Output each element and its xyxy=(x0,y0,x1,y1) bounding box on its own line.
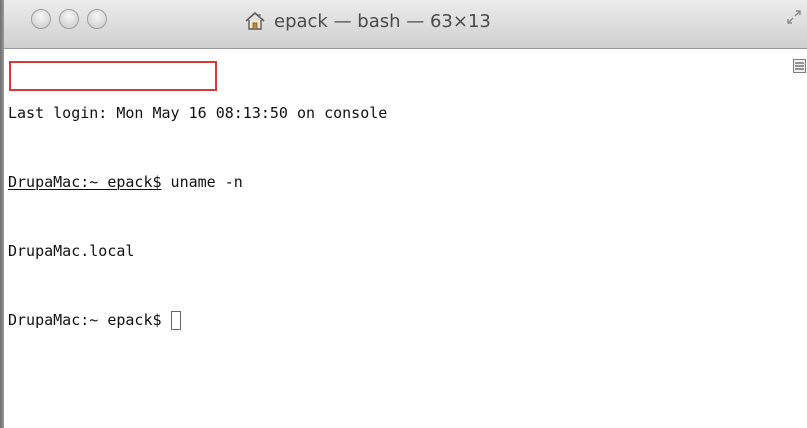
terminal-line: Last login: Mon May 16 08:13:50 on conso… xyxy=(8,102,387,125)
window-title: epack — bash — 63×13 xyxy=(274,10,491,32)
terminal-line: DrupaMac.local xyxy=(8,240,387,263)
terminal-command: uname -n xyxy=(161,173,243,191)
text-cursor xyxy=(170,311,181,330)
highlight-annotation-box xyxy=(9,61,217,91)
terminal-line: DrupaMac:~ epack$ uname -n xyxy=(8,171,387,194)
terminal-line: DrupaMac:~ epack$ xyxy=(8,309,387,332)
minimize-button[interactable] xyxy=(59,9,79,29)
zoom-button[interactable] xyxy=(87,9,107,29)
window-title-group: epack — bash — 63×13 xyxy=(244,9,491,33)
close-button[interactable] xyxy=(31,9,51,29)
terminal-prompt: DrupaMac:~ epack$ xyxy=(8,173,162,191)
terminal-output: Last login: Mon May 16 08:13:50 on conso… xyxy=(8,56,387,378)
fullscreen-icon[interactable] xyxy=(785,8,803,26)
terminal-prompt: DrupaMac:~ epack$ xyxy=(8,311,162,329)
split-view-icon[interactable] xyxy=(793,59,806,73)
terminal-window: epack — bash — 63×13 Last login: Mon May… xyxy=(0,0,807,428)
scrollbar[interactable] xyxy=(791,49,807,428)
title-bar[interactable]: epack — bash — 63×13 xyxy=(4,0,807,49)
terminal-line-text: Last login: Mon May 16 08:13:50 on conso… xyxy=(8,104,388,122)
terminal-output-value: DrupaMac.local xyxy=(8,242,135,260)
home-icon xyxy=(244,10,266,32)
terminal-content[interactable]: Last login: Mon May 16 08:13:50 on conso… xyxy=(4,49,791,428)
